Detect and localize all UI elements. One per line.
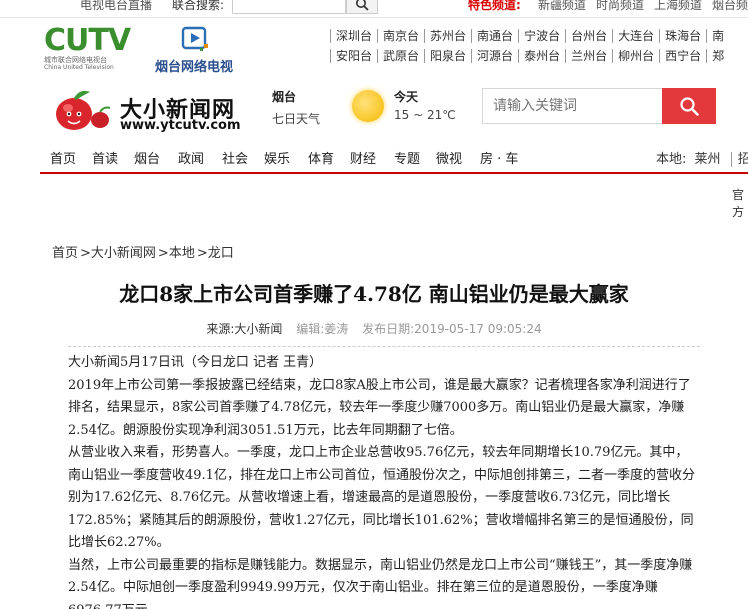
main-nav: 首页 首读 烟台 政闻 社会 娱乐 体育 财经 专题 微视 房 · 车 本地: …	[40, 142, 748, 174]
top-bar: 电视电台直播 联合搜索: 特色频道: 新疆频道 时尚频道 上海频道 烟台频	[0, 0, 748, 18]
article-paragraph: 当然，上市公司最重要的指标是赚钱能力。数据显示，南山铝业仍然是龙口上市公司“赚钱…	[68, 557, 693, 609]
featured-channels-label: 特色频道:	[468, 0, 521, 12]
station-link[interactable]: 南	[706, 29, 729, 43]
breadcrumb-site[interactable]: >大小新闻网	[80, 246, 156, 261]
site-url: www.ytcutv.com	[120, 118, 241, 133]
channel-link[interactable]: 上海频道	[654, 0, 702, 13]
article-date: 发布日期:2019-05-17 09:05:24	[362, 322, 542, 336]
nav-item-entertainment[interactable]: 娱乐	[264, 148, 290, 167]
station-link[interactable]: 郑	[706, 49, 729, 63]
station-link[interactable]: 柳州台	[612, 49, 659, 63]
local-city-link[interactable]: 莱州	[695, 152, 721, 167]
station-link[interactable]: 珠海台	[659, 29, 706, 43]
station-link[interactable]: 南京台	[377, 29, 424, 43]
station-link[interactable]: 阳泉台	[424, 49, 471, 63]
right-edge-text: 官方	[732, 188, 745, 219]
local-selector: 本地: 莱州 招	[656, 148, 748, 167]
nav-item-yantai[interactable]: 烟台	[134, 148, 160, 167]
live-broadcast-link[interactable]: 电视电台直播	[80, 0, 152, 13]
nav-item-micro-video[interactable]: 微视	[436, 148, 462, 167]
joint-search-label: 联合搜索:	[172, 0, 225, 12]
apple-mascot-logo[interactable]	[50, 86, 114, 134]
seven-day-weather-link[interactable]: 七日天气	[272, 110, 320, 127]
site-header: 大小新闻网 www.ytcutv.com 烟台 七日天气 今天 15 ~ 21℃	[40, 80, 748, 140]
station-link[interactable]: 兰州台	[565, 49, 612, 63]
article-body: 大小新闻5月17日讯（今日龙口 记者 王青） 2019年上市公司第一季报披露已经…	[68, 352, 700, 609]
weather-city: 烟台	[272, 90, 297, 104]
top-search-button[interactable]	[346, 0, 378, 14]
keyword-search-input[interactable]	[482, 88, 664, 124]
station-link[interactable]: 大连台	[612, 29, 659, 43]
nav-item-house-car[interactable]: 房 · 车	[480, 148, 518, 167]
cutv-logo-subtitle-en: China United Television	[44, 64, 114, 71]
station-link[interactable]: 宁波台	[518, 29, 565, 43]
channel-link[interactable]: 时尚频道	[596, 0, 644, 13]
tv-icon	[181, 26, 208, 51]
article-paragraph: 2019年上市公司第一季报披露已经结束，龙口8家A股上市公司，谁是最大赢家？记者…	[68, 377, 691, 438]
weather-temperature: 15 ~ 21℃	[394, 108, 456, 122]
search-icon	[356, 0, 369, 11]
nav-item-home[interactable]: 首页	[50, 148, 76, 167]
station-link[interactable]: 西宁台	[659, 49, 706, 63]
top-search-input[interactable]	[232, 0, 346, 14]
nav-item-society[interactable]: 社会	[222, 148, 248, 167]
breadcrumb: 首页 >大小新闻网 >本地 >龙口	[52, 242, 236, 261]
article-divider	[68, 346, 700, 347]
article-paragraph: 从营业收入来看，形势喜人。一季度，龙口上市企业总营收95.76亿元，较去年同期增…	[68, 445, 695, 550]
nav-item-first-read[interactable]: 首读	[92, 148, 118, 167]
nav-item-topics[interactable]: 专题	[394, 148, 420, 167]
local-label: 本地:	[656, 152, 687, 167]
yantai-tv-name: 烟台网络电视	[154, 60, 233, 75]
cutv-logo-text: CUTV	[44, 23, 131, 58]
station-link[interactable]: 武原台	[377, 49, 424, 63]
breadcrumb-home[interactable]: 首页	[52, 246, 78, 261]
cutv-logo[interactable]: CUTV 城市联合网络电视台 China United Television	[44, 23, 134, 72]
article-editor: 编辑:姜涛	[296, 322, 349, 336]
nav-item-sports[interactable]: 体育	[308, 148, 334, 167]
nav-item-finance[interactable]: 财经	[350, 148, 376, 167]
station-row: 深圳台 南京台 苏州台 南通台 宁波台 台州台 大连台 珠海台 南	[330, 26, 748, 46]
station-link[interactable]: 安阳台	[330, 49, 377, 63]
station-link[interactable]: 深圳台	[330, 29, 377, 43]
channel-link[interactable]: 烟台频	[712, 0, 748, 13]
station-link[interactable]: 南通台	[471, 29, 518, 43]
article-meta: 来源:大小新闻 编辑:姜涛 发布日期:2019-05-17 09:05:24	[40, 320, 708, 337]
search-icon	[680, 97, 699, 116]
yantai-tv-logo[interactable]: 烟台网络电视	[144, 22, 240, 75]
sunny-weather-icon	[352, 90, 384, 122]
breadcrumb-longkou[interactable]: >龙口	[197, 246, 234, 261]
article-title: 龙口8家上市公司首季赚了4.78亿 南山铝业仍是最大赢家	[119, 282, 629, 306]
station-link[interactable]: 苏州台	[424, 29, 471, 43]
breadcrumb-local[interactable]: >本地	[158, 246, 195, 261]
channel-link[interactable]: 新疆频道	[538, 0, 586, 13]
article-source: 来源:大小新闻	[206, 322, 283, 336]
article-dateline: 大小新闻5月17日讯（今日龙口 记者 王青）	[68, 355, 323, 370]
logo-band: CUTV 城市联合网络电视台 China United Television 烟…	[40, 18, 748, 76]
local-city-link[interactable]: 招	[730, 152, 748, 167]
station-link[interactable]: 台州台	[565, 29, 612, 43]
nav-item-politics[interactable]: 政闻	[178, 148, 204, 167]
keyword-search-button[interactable]	[662, 88, 716, 124]
weather-today-label: 今天	[394, 90, 419, 104]
station-row: 安阳台 武原台 阳泉台 河源台 泰州台 兰州台 柳州台 西宁台 郑	[330, 46, 748, 66]
station-link[interactable]: 河源台	[471, 49, 518, 63]
station-link[interactable]: 泰州台	[518, 49, 565, 63]
station-links: 深圳台 南京台 苏州台 南通台 宁波台 台州台 大连台 珠海台 南 安阳台 武原…	[330, 26, 748, 66]
